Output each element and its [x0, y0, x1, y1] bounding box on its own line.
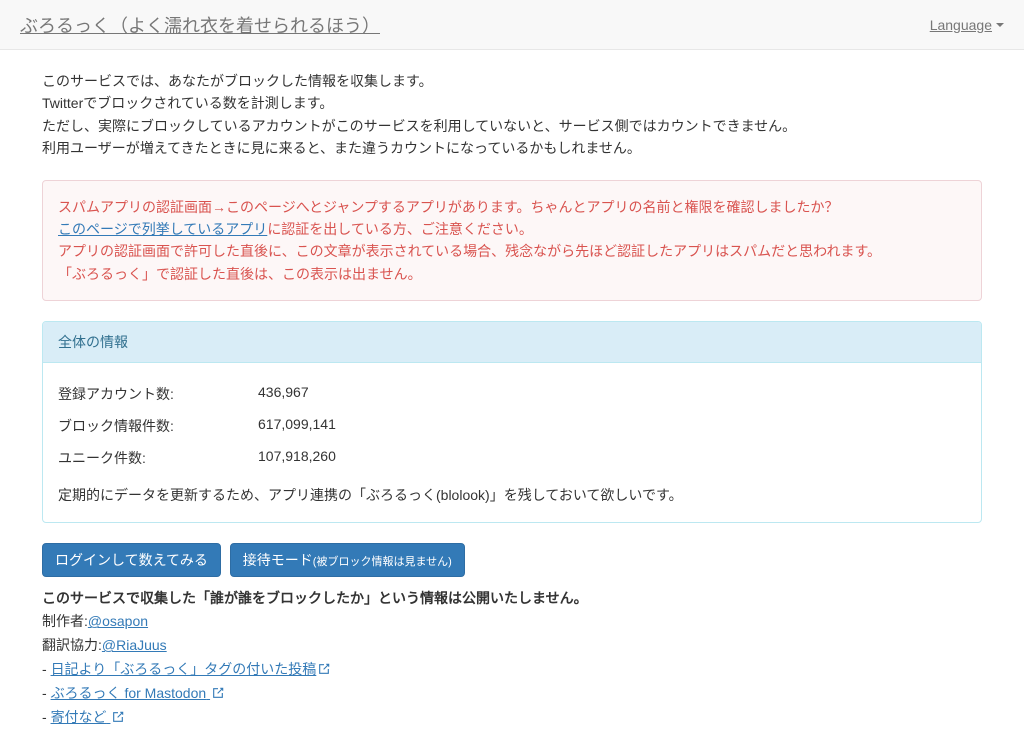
stats-panel: 全体の情報 登録アカウント数: 436,967 ブロック情報件数: 617,09… — [42, 321, 982, 522]
login-button[interactable]: ログインして数えてみる — [42, 543, 221, 577]
translator-label: 翻訳協力: — [42, 637, 102, 653]
mode-button[interactable]: 接待モード(被ブロック情報は見ません) — [230, 543, 465, 577]
disclaimer: このサービスで収集した「誰が誰をブロックしたか」という情報は公開いたしません。 — [42, 590, 588, 606]
stats-value: 617,099,141 — [258, 416, 336, 436]
author-link[interactable]: @osapon — [88, 613, 148, 629]
stats-value: 436,967 — [258, 384, 309, 404]
translator-link[interactable]: @RiaJuus — [102, 637, 167, 653]
stats-label: ユニーク件数: — [58, 448, 258, 468]
dash: - — [42, 661, 47, 677]
stats-label: 登録アカウント数: — [58, 384, 258, 404]
stats-row: 登録アカウント数: 436,967 — [58, 378, 966, 410]
mode-button-suffix: (被ブロック情報は見ません) — [313, 556, 452, 568]
panel-heading: 全体の情報 — [43, 322, 981, 363]
alert-text: アプリの認証画面で許可した直後に、この文章が表示されている場合、残念ながら先ほど… — [58, 243, 881, 259]
footer-info: このサービスで収集した「誰が誰をブロックしたか」という情報は公開いたしません。 … — [42, 587, 982, 730]
intro-line: このサービスでは、あなたがブロックした情報を収集します。 — [42, 70, 982, 92]
language-dropdown[interactable]: Language — [930, 17, 1004, 33]
main-container: このサービスでは、あなたがブロックした情報を収集します。 Twitterでブロッ… — [27, 50, 997, 749]
language-label: Language — [930, 17, 992, 33]
panel-note: 定期的にデータを更新するため、アプリ連携の「ぶろるっく(blolook)」を残し… — [58, 484, 966, 506]
footer-link-1[interactable]: 日記より「ぶろるっく」タグの付いた投稿 — [51, 661, 331, 677]
footer-link-3[interactable]: 寄付など — [51, 709, 125, 725]
dash: - — [42, 709, 47, 725]
intro-line: 利用ユーザーが増えてきたときに見に来ると、また違うカウントになっているかもしれま… — [42, 137, 982, 159]
brand-link[interactable]: ぶろるっく（よく濡れ衣を着せられるほう） — [20, 0, 380, 53]
footer-link-2[interactable]: ぶろるっく for Mastodon — [51, 685, 225, 701]
dash: - — [42, 685, 47, 701]
button-row: ログインして数えてみる 接待モード(被ブロック情報は見ません) — [42, 543, 982, 587]
alert-text: 「ぶろるっく」で認証した直後は、この表示は出ません。 — [58, 266, 422, 282]
panel-body: 登録アカウント数: 436,967 ブロック情報件数: 617,099,141 … — [43, 363, 981, 521]
mode-button-prefix: 接待モード — [243, 552, 313, 568]
author-label: 制作者: — [42, 613, 88, 629]
external-link-icon — [112, 707, 124, 719]
stats-table: 登録アカウント数: 436,967 ブロック情報件数: 617,099,141 … — [58, 378, 966, 474]
intro-line: ただし、実際にブロックしているアカウントがこのサービスを利用していないと、サービ… — [42, 115, 982, 137]
warning-alert: スパムアプリの認証画面→このページへとジャンプするアプリがあります。ちゃんとアプ… — [42, 180, 982, 302]
chevron-down-icon — [996, 23, 1004, 27]
stats-value: 107,918,260 — [258, 448, 336, 468]
navbar: ぶろるっく（よく濡れ衣を着せられるほう） Language — [0, 0, 1024, 50]
stats-row: ブロック情報件数: 617,099,141 — [58, 410, 966, 442]
external-link-icon — [318, 659, 330, 671]
stats-row: ユニーク件数: 107,918,260 — [58, 442, 966, 474]
alert-text: スパムアプリの認証画面→このページへとジャンプするアプリがあります。ちゃんとアプ… — [58, 199, 839, 215]
alert-link[interactable]: このページで列挙しているアプリ — [58, 221, 267, 237]
intro-text: このサービスでは、あなたがブロックした情報を収集します。 Twitterでブロッ… — [42, 70, 982, 160]
external-link-icon — [212, 683, 224, 695]
alert-text: に認証を出している方、ご注意ください。 — [267, 221, 533, 237]
intro-line: Twitterでブロックされている数を計測します。 — [42, 92, 982, 114]
stats-label: ブロック情報件数: — [58, 416, 258, 436]
